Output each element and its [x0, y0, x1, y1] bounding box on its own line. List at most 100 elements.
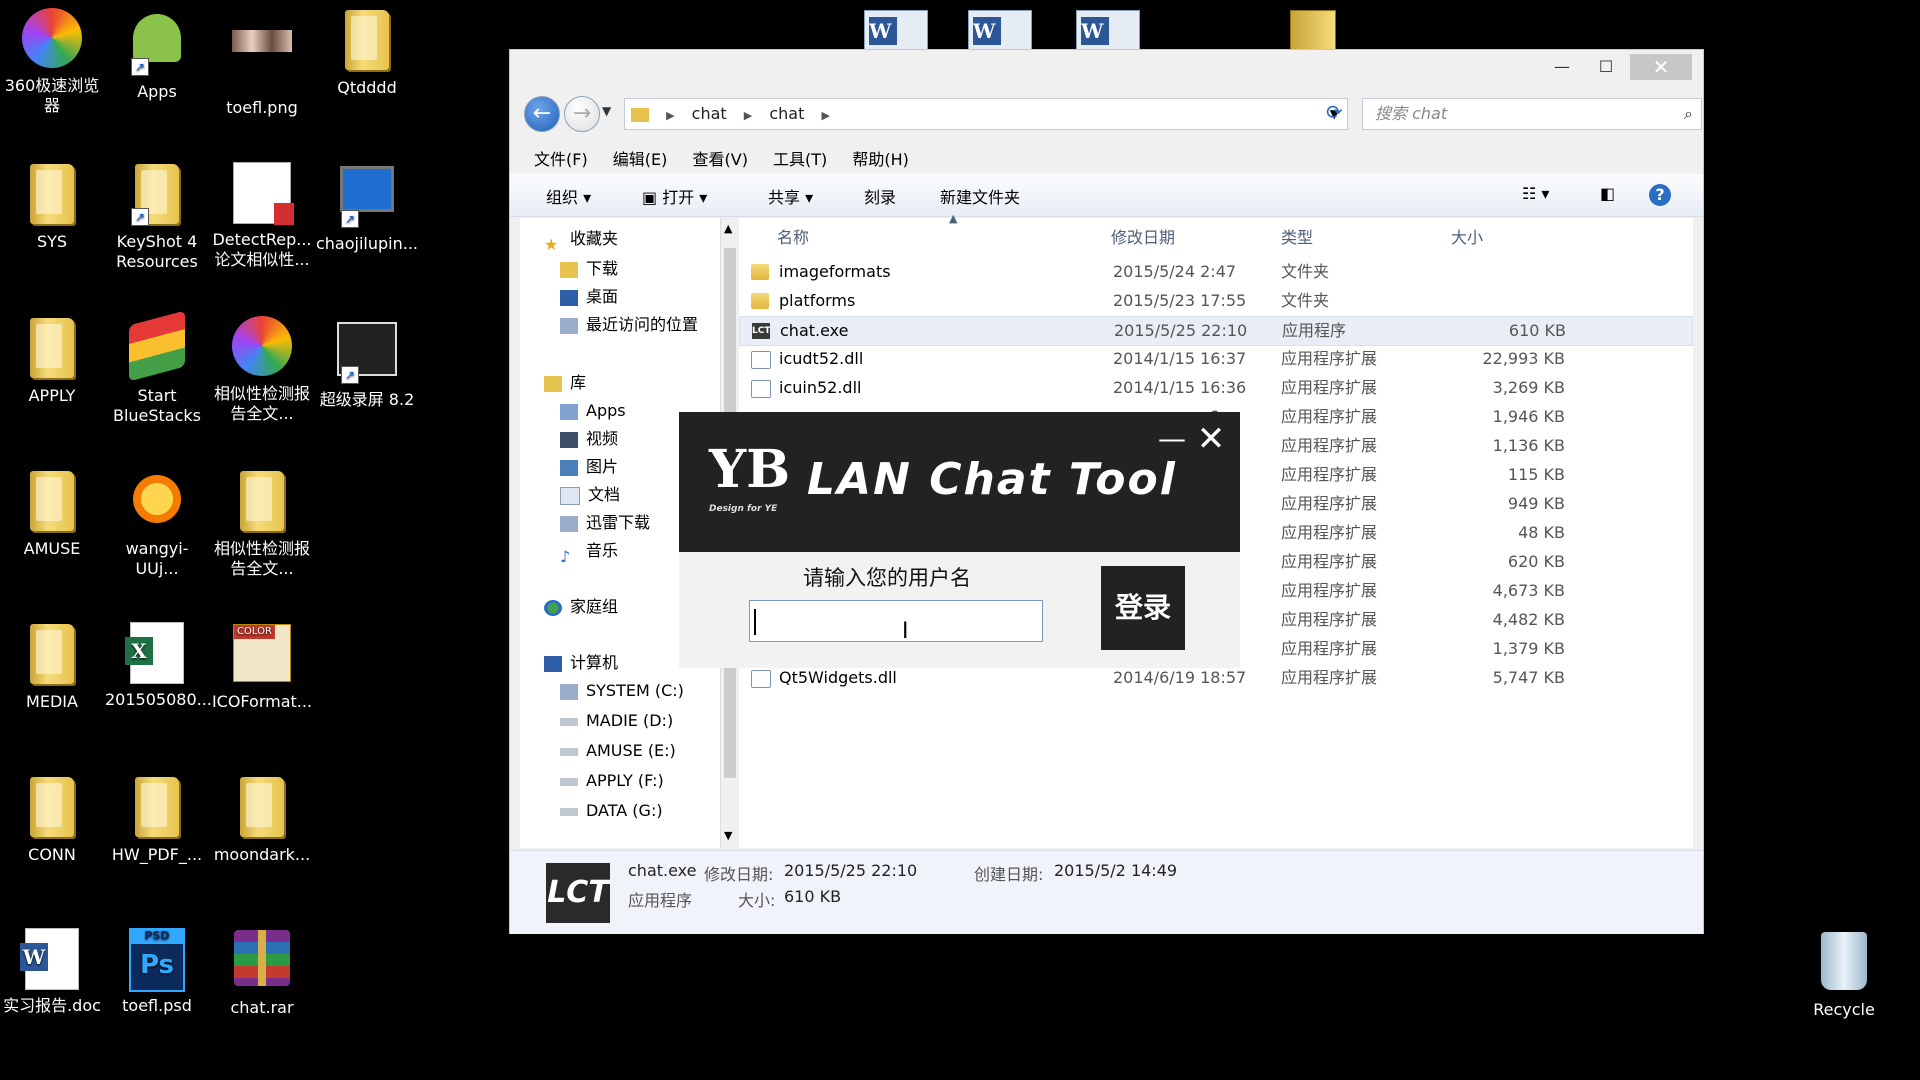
desktop-icon-qtdddd[interactable]: Qtdddd: [315, 6, 419, 98]
column-type[interactable]: 类型: [1281, 224, 1313, 248]
organize-button[interactable]: 组织 ▾: [546, 184, 591, 208]
table-row[interactable]: icuin52.dll 2014/1/15 16:36 应用程序扩展 3,269 KB: [739, 374, 1693, 402]
folder-icon[interactable]: [1290, 10, 1336, 52]
menu-tools[interactable]: 工具(T): [773, 150, 827, 169]
desktop-icon-hw-pdf[interactable]: HW_PDF_...: [105, 773, 209, 865]
desktop-icon-conn[interactable]: CONN: [0, 773, 104, 865]
desktop-icon-chat-rar[interactable]: chat.rar: [210, 926, 314, 1018]
nav-homegroup[interactable]: 家庭组: [544, 594, 618, 620]
nav-libraries[interactable]: 库: [544, 370, 586, 396]
nav-videos[interactable]: 视频: [560, 426, 618, 452]
desktop-icon-keyshot[interactable]: ↗ KeyShot 4 Resources: [105, 160, 209, 272]
close-button[interactable]: ✕: [1630, 54, 1692, 80]
desktop-icon-report-1[interactable]: 相似性检测报告全文...: [210, 314, 314, 424]
chat-app-icon: LCT: [752, 323, 770, 339]
breadcrumb-chat[interactable]: chat: [692, 99, 727, 129]
nav-downloads[interactable]: 下载: [560, 256, 618, 282]
menu-help[interactable]: 帮助(H): [852, 150, 909, 169]
file-type: 应用程序扩展: [1281, 465, 1378, 484]
chevron-right-icon[interactable]: ▶: [666, 101, 674, 131]
menu-file[interactable]: 文件(F): [534, 150, 588, 169]
breadcrumb-chat-sub[interactable]: chat: [769, 99, 804, 129]
desktop-icon-toefl-psd[interactable]: PSD Ps toefl.psd: [105, 926, 209, 1016]
title-bar[interactable]: — ☐ ✕: [510, 50, 1703, 86]
minimize-icon[interactable]: —: [1154, 424, 1190, 454]
minimize-button[interactable]: —: [1540, 54, 1584, 80]
help-icon[interactable]: ?: [1649, 184, 1671, 206]
table-row[interactable]: Qt5Widgets.dll 2014/6/19 18:57 应用程序扩展 5,747…: [739, 664, 1693, 692]
desktop-icon-apps[interactable]: ↗ Apps: [105, 6, 209, 102]
desktop-icon-media[interactable]: MEDIA: [0, 620, 104, 712]
nav-drive-e[interactable]: AMUSE (E:): [560, 738, 676, 764]
desktop-icon-moondark[interactable]: moondark...: [210, 773, 314, 865]
word-document-icon[interactable]: W: [1076, 10, 1140, 52]
open-button[interactable]: ▣ 打开 ▾: [642, 184, 707, 208]
desktop-icon-excel[interactable]: X 201505080...: [105, 620, 212, 710]
column-date[interactable]: 修改日期: [1111, 224, 1175, 248]
table-row-selected[interactable]: LCT chat.exe 2015/5/25 22:10 应用程序 610 KB: [739, 316, 1693, 346]
nav-xunlei[interactable]: 迅雷下载: [560, 510, 650, 536]
chevron-right-icon[interactable]: ▶: [821, 101, 829, 131]
burn-button[interactable]: 刻录: [864, 184, 896, 208]
desktop-icon-bluestacks[interactable]: Start BlueStacks: [105, 310, 209, 426]
nav-apps[interactable]: Apps: [560, 398, 626, 424]
nav-music[interactable]: ♪ 音乐: [560, 538, 618, 566]
word-document-icon[interactable]: W: [968, 10, 1032, 52]
scroll-up-icon[interactable]: ▲: [724, 222, 732, 235]
chevron-right-icon[interactable]: ▶: [744, 101, 752, 131]
desktop-icon-360-browser[interactable]: 360极速浏览器: [0, 6, 104, 116]
desktop-icon-apply[interactable]: APPLY: [0, 314, 104, 406]
chat-banner[interactable]: YB Design for YE LAN Chat Tool — ✕: [679, 412, 1240, 552]
desktop-icon-report-doc[interactable]: W 实习报告.doc: [0, 926, 104, 1016]
desktop-icon-super-recorder[interactable]: ↗ 超级录屏 8.2: [315, 314, 419, 410]
menu-edit[interactable]: 编辑(E): [613, 150, 668, 169]
nav-drive-f[interactable]: APPLY (F:): [560, 768, 664, 794]
nav-drive-c[interactable]: SYSTEM (C:): [560, 678, 684, 704]
refresh-icon[interactable]: ⟳: [1326, 100, 1343, 124]
column-name[interactable]: 名称: [777, 224, 809, 248]
desktop-icon-icoformat[interactable]: COLOR ICOFormat...: [210, 620, 314, 712]
username-input[interactable]: I: [749, 600, 1043, 644]
login-button[interactable]: 登录: [1101, 566, 1185, 650]
desktop-icon-wangyi[interactable]: wangyi-UUj...: [105, 467, 209, 579]
address-bar[interactable]: ▶ chat ▶ chat ▶ ▼: [624, 98, 1348, 130]
nav-desktop[interactable]: 桌面: [560, 284, 618, 310]
table-row[interactable]: platforms 2015/5/23 17:55 文件夹: [739, 287, 1693, 315]
scroll-down-icon[interactable]: ▼: [724, 829, 732, 842]
desktop-icon-sys[interactable]: SYS: [0, 160, 104, 252]
close-icon[interactable]: ✕: [1194, 422, 1228, 456]
file-type: 应用程序扩展: [1281, 349, 1378, 368]
search-input[interactable]: 搜索 chat ⌕: [1362, 98, 1702, 130]
search-icon[interactable]: ⌕: [1684, 99, 1693, 129]
forward-button[interactable]: →: [564, 96, 600, 132]
desktop-icon-amuse[interactable]: AMUSE: [0, 467, 104, 559]
menu-bar: 文件(F) 编辑(E) 查看(V) 工具(T) 帮助(H): [534, 146, 929, 172]
word-document-icon[interactable]: W: [864, 10, 928, 52]
table-row[interactable]: icudt52.dll 2014/1/15 16:37 应用程序扩展 22,993 K…: [739, 345, 1693, 373]
nav-pictures[interactable]: 图片: [560, 454, 618, 480]
maximize-button[interactable]: ☐: [1584, 54, 1628, 80]
share-button[interactable]: 共享 ▾: [768, 184, 813, 208]
desktop-icon-report-2[interactable]: 相似性检测报告全文...: [210, 467, 314, 579]
column-size[interactable]: 大小: [1451, 224, 1483, 248]
new-folder-button[interactable]: 新建文件夹: [940, 184, 1020, 208]
nav-recent[interactable]: 最近访问的位置: [560, 312, 698, 338]
details-pane: LCT chat.exe 修改日期: 2015/5/25 22:10 创建日期:…: [510, 850, 1703, 934]
menu-view[interactable]: 查看(V): [693, 150, 748, 169]
preview-pane-icon[interactable]: ◧: [1600, 184, 1615, 203]
desktop-icon-detectrep[interactable]: DetectRep... 论文相似性...: [210, 160, 314, 270]
recent-pages-dropdown-icon[interactable]: ▼: [602, 104, 611, 118]
nav-computer[interactable]: 计算机: [544, 650, 618, 676]
desktop-icon-toefl-png[interactable]: toefl.png: [210, 6, 314, 118]
nav-drive-g[interactable]: DATA (G:): [560, 798, 663, 824]
desktop-icon-chaojilupin[interactable]: ↗ chaojilupin...: [315, 160, 419, 254]
desktop-icon-recycle-bin[interactable]: Recycle: [1792, 930, 1896, 1020]
file-type: 应用程序: [1282, 321, 1347, 340]
nav-favorites[interactable]: ★ 收藏夹: [544, 226, 618, 254]
nav-drive-d[interactable]: MADIE (D:): [560, 708, 673, 734]
view-options-icon[interactable]: ☷ ▾: [1522, 184, 1549, 203]
nav-documents[interactable]: 文档: [560, 482, 620, 508]
desktop-icon-label: 相似性检测报告全文...: [213, 384, 310, 423]
back-button[interactable]: ←: [524, 96, 560, 132]
table-row[interactable]: imageformats 2015/5/24 2:47 文件夹: [739, 258, 1693, 286]
